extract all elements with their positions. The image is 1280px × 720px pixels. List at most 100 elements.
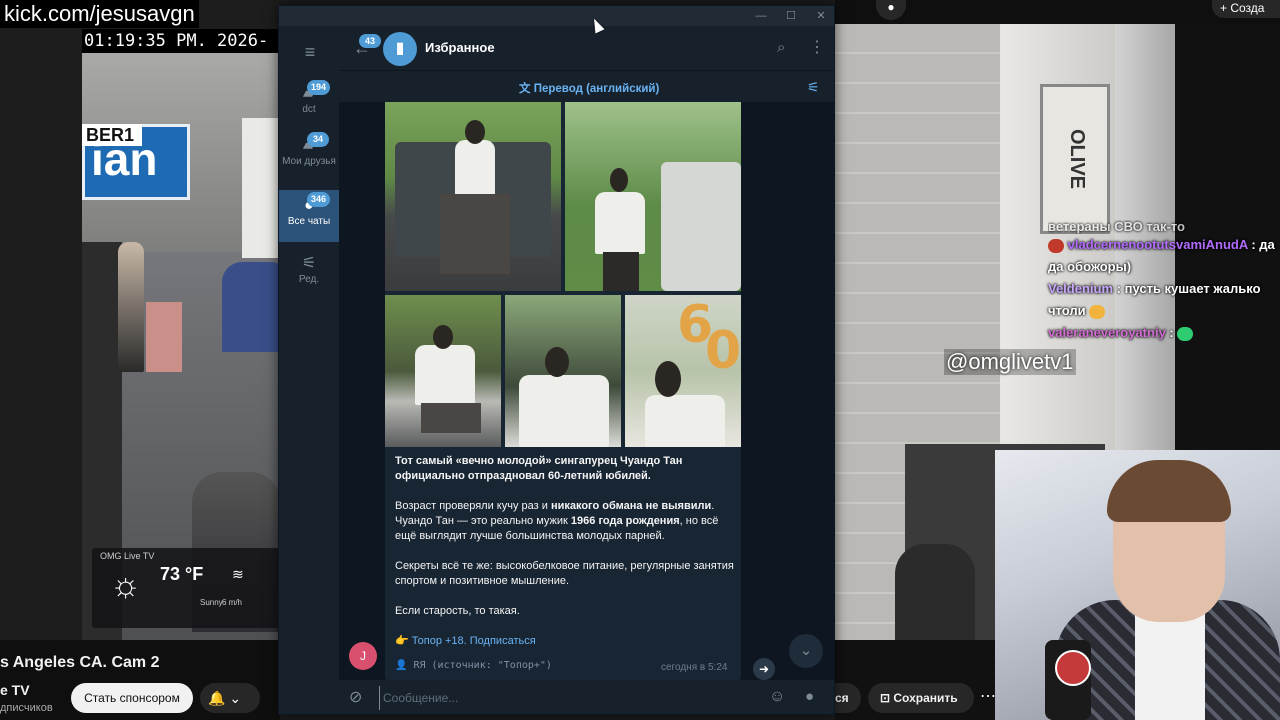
- maximize-icon[interactable]: ☐: [779, 8, 803, 24]
- folder-my-friends[interactable]: ▰ 34 Мои друзья: [279, 130, 339, 182]
- message-text: Тот самый «вечно молодой» сингапурец Чуа…: [395, 454, 735, 664]
- bookmark-icon: ▮: [383, 32, 417, 66]
- more-icon[interactable]: ⋯: [980, 683, 996, 713]
- translate-label: Перевод (английский): [533, 83, 660, 95]
- chat-message: Veldenium : пусть кушает жалько чтоли: [1048, 278, 1276, 322]
- chat-text: :: [1169, 325, 1174, 340]
- chat-username: vladcernenootutsvamiAnudA: [1067, 237, 1248, 252]
- photo-4[interactable]: [505, 295, 621, 447]
- pointing-hand-icon: 👉: [395, 635, 409, 647]
- text-bold: никакого обмана не выявили: [550, 500, 712, 512]
- translate-button[interactable]: 文 Перевод (английский): [519, 80, 659, 96]
- man-white-shirt: [455, 140, 495, 196]
- mail-truck: [242, 118, 280, 258]
- close-icon[interactable]: ✕: [809, 8, 833, 24]
- minimize-icon[interactable]: —: [749, 8, 773, 24]
- save-button[interactable]: ⊡ Сохранить: [868, 683, 974, 713]
- streamer-hair: [1107, 460, 1231, 522]
- photo-1[interactable]: [385, 102, 561, 291]
- weather-condition: Sunny: [200, 598, 223, 607]
- man-legs: [603, 252, 639, 291]
- message-source: 👤 RЯ (источник: "Топор+"): [395, 660, 552, 671]
- person-sitting: [895, 544, 975, 640]
- more-vertical-icon[interactable]: ⋮: [809, 38, 825, 58]
- translate-icon: 文: [519, 83, 534, 95]
- pedestrian: [118, 242, 144, 372]
- emoji-icon: [1177, 326, 1194, 341]
- chat-panel: ← 43 ▮ Избранное ⌕ ⋮ 文 Перевод (английск…: [339, 26, 834, 714]
- message-bubble: 6 0 Тот самый «вечно молодой» сингапурец…: [385, 102, 741, 682]
- emoji-icon[interactable]: ☺: [769, 687, 789, 707]
- subscribe-link[interactable]: Топор +18. Подписаться: [412, 635, 536, 647]
- sender-avatar[interactable]: J: [349, 642, 377, 670]
- unread-badge: 346: [307, 192, 331, 207]
- man-head: [545, 347, 569, 377]
- text-span: Возраст проверяли кучу раз и: [395, 500, 551, 512]
- message-time: сегодня в 5:24: [661, 662, 728, 673]
- camera-timestamp: 01:19:35 PM. 2026-: [82, 29, 280, 53]
- blue-tarp: [222, 262, 280, 352]
- unread-badge: 34: [307, 132, 329, 147]
- chat-header: ← 43 ▮ Избранное ⌕ ⋮: [339, 26, 834, 70]
- chat-username: valeraneveroyatniy: [1048, 325, 1166, 340]
- back-unread-badge: 43: [359, 34, 381, 48]
- photo-5[interactable]: 6 0: [625, 295, 741, 447]
- search-icon[interactable]: ⌕: [777, 38, 797, 58]
- photo-3[interactable]: [385, 295, 501, 447]
- suitcase: [146, 302, 182, 372]
- man-head: [433, 325, 453, 349]
- text-bold: 1966 года рождения: [570, 515, 680, 527]
- folder-label: dct: [302, 104, 316, 115]
- folder-label: Мои друзья: [282, 156, 336, 167]
- weather-label: OMG Live TV: [100, 551, 155, 561]
- message-input[interactable]: [379, 686, 759, 710]
- window-titlebar[interactable]: — ☐ ✕: [279, 6, 834, 26]
- chat-username: Veldenium: [1048, 281, 1114, 296]
- man-white-shirt: [595, 192, 645, 254]
- translate-bar: 文 Перевод (английский) ⚟: [339, 70, 834, 102]
- sliders-icon: ⚟: [301, 255, 317, 272]
- subscriber-count: дписчиков: [0, 702, 53, 714]
- message-paragraph-4: Если старость, то такая.: [395, 605, 520, 617]
- save-label: Сохранить: [893, 691, 958, 705]
- sponsor-button[interactable]: Стать спонсором: [71, 683, 193, 713]
- screen: ian BER1 01:19:35 PM. 2026- kick.com/jes…: [0, 0, 1280, 720]
- man-white-shirt: [415, 345, 475, 405]
- folder-label: Ред.: [298, 274, 320, 285]
- man-white-shirt: [519, 375, 609, 447]
- photo-2[interactable]: [565, 102, 741, 291]
- translate-settings-icon[interactable]: ⚟: [807, 78, 825, 96]
- create-button[interactable]: + Созда: [1212, 0, 1280, 18]
- unread-badge: 194: [307, 80, 331, 95]
- man-legs: [421, 403, 481, 433]
- street-sign: OLIVE: [1040, 84, 1110, 234]
- man-white-shirt: [645, 395, 725, 447]
- forward-icon[interactable]: ➜: [753, 658, 775, 680]
- sun-icon: ☼: [110, 566, 142, 604]
- message-paragraph-3: Секреты всё те же: высокобелковое питани…: [395, 560, 734, 587]
- menu-icon[interactable]: ≡: [299, 42, 321, 62]
- badge-icon: [1048, 238, 1064, 253]
- notification-bell-button[interactable]: 🔔 ⌄: [200, 683, 260, 713]
- folder-dct[interactable]: ▰ 194 dct: [279, 78, 339, 130]
- chat-message: vladcernenootutsvamiAnudA : да да обожор…: [1048, 234, 1276, 278]
- scroll-down-icon[interactable]: ⌄: [789, 634, 823, 668]
- message-link-line: 👉 Топор +18. Подписаться: [395, 634, 735, 649]
- streamer-webcam: [995, 450, 1280, 720]
- message-composer: ⊘ ☺ ●: [339, 680, 834, 714]
- chat-title[interactable]: Избранное: [425, 40, 495, 55]
- mic-logo: [1055, 650, 1091, 686]
- channel-name[interactable]: e TV: [0, 682, 30, 698]
- microphone-icon[interactable]: ●: [805, 687, 825, 707]
- wind-icon: ≋: [232, 566, 244, 582]
- weather-widget: OMG Live TV ☼ 73 °F Sunny ≋ 6 m/h: [92, 548, 280, 628]
- kick-url-overlay: kick.com/jesusavgn: [0, 0, 199, 28]
- man-head: [610, 168, 628, 192]
- folder-edit[interactable]: ⚟ Ред.: [279, 248, 339, 300]
- folder-label: Все чаты: [287, 216, 331, 227]
- attach-icon[interactable]: ⊘: [349, 688, 369, 708]
- bookmark-icon: ⊡: [880, 691, 894, 705]
- telegram-window: — ☐ ✕ ≡ ▰ 194 dct ▰ 34 Мои друзья ● 346 …: [278, 5, 835, 715]
- folder-all-chats[interactable]: ● 346 Все чаты: [279, 190, 339, 242]
- stream-title: s Angeles CA. Cam 2: [0, 654, 160, 671]
